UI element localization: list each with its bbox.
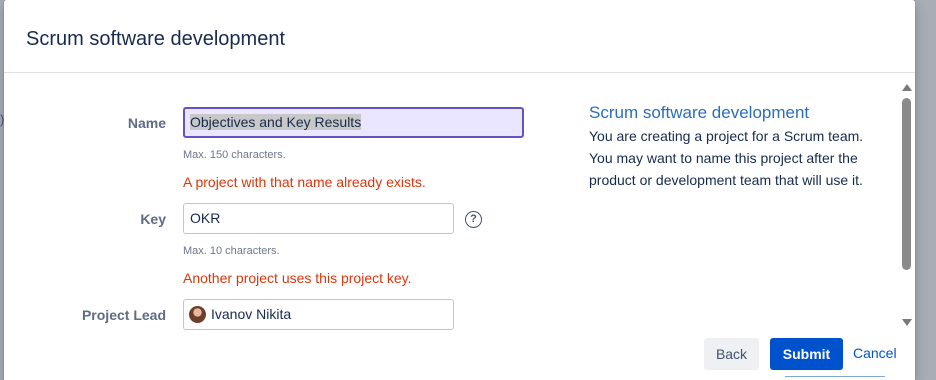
key-label: Key: [140, 211, 166, 227]
dialog-content: Name Objectives and Key Results Max. 150…: [4, 74, 915, 330]
name-input-value: Objectives and Key Results: [190, 114, 362, 130]
cancel-link[interactable]: Cancel: [853, 345, 897, 361]
create-project-dialog: Scrum software development Name Objectiv…: [4, 0, 915, 380]
dialog-header: Scrum software development: [4, 0, 915, 73]
name-input[interactable]: Objectives and Key Results: [183, 107, 524, 138]
question-circle-icon[interactable]: ?: [465, 211, 482, 228]
project-lead-picker[interactable]: Ivanov Nikita: [183, 299, 454, 330]
name-label: Name: [127, 115, 166, 131]
background-link-fragment: [785, 376, 885, 380]
key-hint: Max. 10 characters.: [183, 245, 280, 257]
project-lead-label: Project Lead: [81, 307, 166, 323]
content-scrollbar[interactable]: [899, 80, 915, 330]
scroll-down-arrow-icon[interactable]: [902, 319, 912, 326]
dialog-title: Scrum software development: [26, 28, 286, 50]
user-avatar: [189, 306, 206, 323]
name-hint: Max. 150 characters.: [183, 149, 286, 161]
project-lead-value: Ivanov Nikita: [211, 306, 292, 322]
back-button[interactable]: Back: [704, 338, 759, 370]
template-description-title: Scrum software development: [589, 103, 810, 122]
key-input-value: OKR: [190, 210, 221, 226]
key-input[interactable]: OKR: [183, 203, 454, 234]
dialog-footer: Back Submit Cancel: [4, 330, 915, 380]
submit-button[interactable]: Submit: [770, 338, 843, 370]
scroll-up-arrow-icon[interactable]: [902, 84, 912, 91]
template-description-text: You are creating a project for a Scrum t…: [589, 128, 864, 188]
key-error: Another project uses this project key.: [183, 270, 412, 286]
name-error: A project with that name already exists.: [183, 174, 426, 190]
scroll-thumb[interactable]: [902, 98, 911, 270]
